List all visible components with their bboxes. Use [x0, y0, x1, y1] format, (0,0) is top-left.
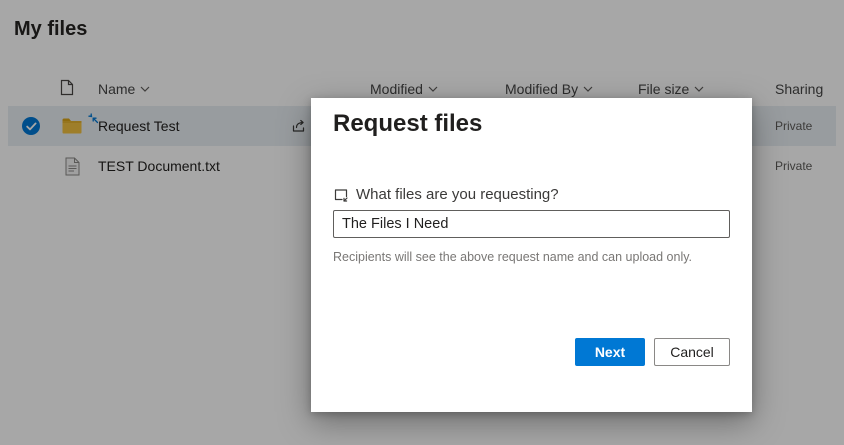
request-files-dialog: Request files What files are you request…: [311, 98, 752, 412]
request-name-label-text: What files are you requesting?: [356, 186, 559, 203]
request-name-label: What files are you requesting?: [333, 186, 559, 203]
next-button[interactable]: Next: [575, 338, 645, 366]
dialog-title: Request files: [333, 110, 483, 137]
request-name-input[interactable]: [333, 210, 730, 238]
cancel-button[interactable]: Cancel: [654, 338, 730, 366]
request-helper-text: Recipients will see the above request na…: [333, 250, 693, 264]
request-files-icon: [333, 187, 349, 203]
dialog-footer: Next Cancel: [575, 338, 730, 366]
